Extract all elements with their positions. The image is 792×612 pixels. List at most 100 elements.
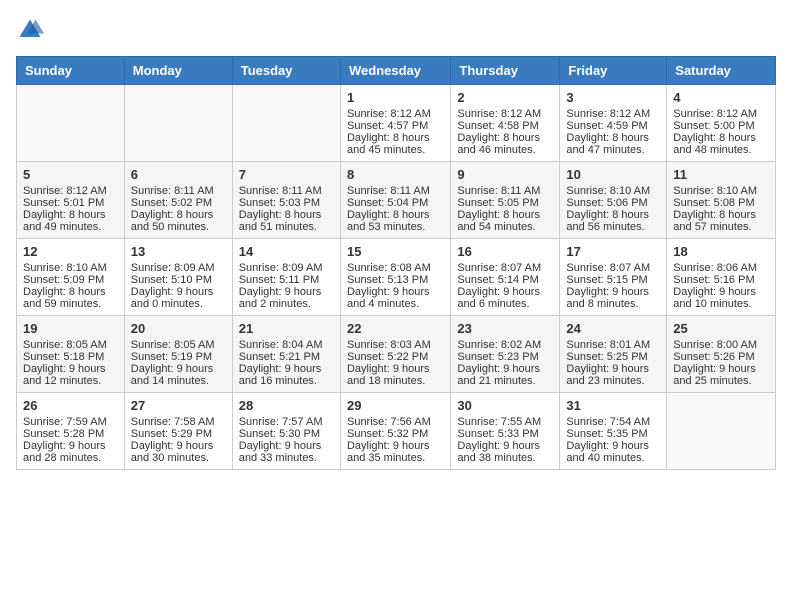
day-info-line: Sunrise: 8:10 AM [566,185,660,197]
day-info-line: Sunset: 5:03 PM [239,197,334,209]
calendar-table: SundayMondayTuesdayWednesdayThursdayFrid… [16,56,776,470]
day-info-line: Sunset: 5:25 PM [566,351,660,363]
day-header-saturday: Saturday [667,57,776,85]
day-header-thursday: Thursday [451,57,560,85]
day-info-line: Daylight: 9 hours [23,440,118,452]
calendar-week-row: 26Sunrise: 7:59 AMSunset: 5:28 PMDayligh… [17,393,776,470]
day-info-line: Daylight: 9 hours [131,363,226,375]
calendar-cell: 25Sunrise: 8:00 AMSunset: 5:26 PMDayligh… [667,316,776,393]
day-info-line: Sunset: 5:14 PM [457,274,553,286]
calendar-cell: 28Sunrise: 7:57 AMSunset: 5:30 PMDayligh… [232,393,340,470]
day-info-line: Sunrise: 8:11 AM [347,185,444,197]
day-info-line: Sunrise: 8:10 AM [23,262,118,274]
day-info-line: and 50 minutes. [131,221,226,233]
calendar-cell: 4Sunrise: 8:12 AMSunset: 5:00 PMDaylight… [667,85,776,162]
day-info-line: and 6 minutes. [457,298,553,310]
day-info-line: Daylight: 8 hours [131,209,226,221]
calendar-week-row: 1Sunrise: 8:12 AMSunset: 4:57 PMDaylight… [17,85,776,162]
day-info-line: Sunrise: 8:02 AM [457,339,553,351]
day-info-line: Sunrise: 7:57 AM [239,416,334,428]
calendar-cell: 26 Sunrise: 7:59 AMSunset: 5:28 PMDayligh… [17,393,125,470]
day-number: 17 [566,244,660,259]
day-info-line: and 12 minutes. [23,375,118,387]
calendar-cell: 13Sunrise: 8:09 AMSunset: 5:10 PMDayligh… [124,239,232,316]
day-info-line: and 57 minutes. [673,221,769,233]
day-info-line: Sunset: 5:29 PM [131,428,226,440]
day-info-line: Sunset: 5:28 PM [23,428,118,440]
day-info-line: Daylight: 9 hours [457,440,553,452]
logo-icon [16,16,44,44]
day-info-line: Daylight: 8 hours [457,209,553,221]
day-info-line: and 53 minutes. [347,221,444,233]
day-info-line: Sunset: 4:59 PM [566,120,660,132]
day-info-line: Sunrise: 8:12 AM [23,185,118,197]
day-info-line: Sunset: 5:06 PM [566,197,660,209]
calendar-cell [232,85,340,162]
day-info-line: Sunset: 5:09 PM [23,274,118,286]
day-info-line: and 16 minutes. [239,375,334,387]
calendar-cell: 2Sunrise: 8:12 AMSunset: 4:58 PMDaylight… [451,85,560,162]
day-info-line: and 59 minutes. [23,298,118,310]
day-info-line: and 14 minutes. [131,375,226,387]
calendar-cell: 15Sunrise: 8:08 AMSunset: 5:13 PMDayligh… [340,239,450,316]
day-info-line: Sunset: 5:00 PM [673,120,769,132]
day-info-line: Daylight: 9 hours [347,440,444,452]
day-info-line: Sunset: 5:23 PM [457,351,553,363]
day-number: 28 [239,398,334,413]
day-number: 5 [23,167,118,182]
day-info-line: Sunset: 5:19 PM [131,351,226,363]
day-info-line: Daylight: 9 hours [566,286,660,298]
day-info-line: Daylight: 8 hours [347,132,444,144]
calendar-cell: 20Sunrise: 8:05 AMSunset: 5:19 PMDayligh… [124,316,232,393]
day-info-line: Daylight: 8 hours [673,209,769,221]
calendar-cell: 21Sunrise: 8:04 AMSunset: 5:21 PMDayligh… [232,316,340,393]
day-number: 9 [457,167,553,182]
day-info-line: Sunrise: 8:06 AM [673,262,769,274]
day-info-line: and 33 minutes. [239,452,334,464]
day-number: 13 [131,244,226,259]
day-info-line: and 38 minutes. [457,452,553,464]
day-info-line: and 49 minutes. [23,221,118,233]
day-number: 8 [347,167,444,182]
day-info-line: Daylight: 9 hours [239,286,334,298]
day-info-line: Sunset: 5:18 PM [23,351,118,363]
day-number: 12 [23,244,118,259]
day-number: 18 [673,244,769,259]
calendar-cell: 30Sunrise: 7:55 AMSunset: 5:33 PMDayligh… [451,393,560,470]
calendar-cell: 1Sunrise: 8:12 AMSunset: 4:57 PMDaylight… [340,85,450,162]
day-info-line: Sunset: 5:22 PM [347,351,444,363]
calendar-cell: 27Sunrise: 7:58 AMSunset: 5:29 PMDayligh… [124,393,232,470]
calendar-cell [17,85,125,162]
day-info-line: Daylight: 9 hours [566,440,660,452]
day-info-line: Daylight: 9 hours [673,363,769,375]
day-info-line: Daylight: 8 hours [566,132,660,144]
day-info-line: and 47 minutes. [566,144,660,156]
day-number: 26 [23,398,118,413]
day-info-line: Sunrise: 7:59 AM [23,416,118,428]
calendar-cell: 16Sunrise: 8:07 AMSunset: 5:14 PMDayligh… [451,239,560,316]
calendar-cell: 5Sunrise: 8:12 AMSunset: 5:01 PMDaylight… [17,162,125,239]
day-info-line: Sunrise: 8:12 AM [457,108,553,120]
day-number: 6 [131,167,226,182]
day-info-line: Sunset: 5:21 PM [239,351,334,363]
day-info-line: Sunrise: 8:11 AM [457,185,553,197]
day-number: 7 [239,167,334,182]
day-number: 23 [457,321,553,336]
day-info-line: Sunrise: 8:03 AM [347,339,444,351]
day-number: 25 [673,321,769,336]
day-info-line: Sunrise: 7:55 AM [457,416,553,428]
day-info-line: Sunset: 5:01 PM [23,197,118,209]
day-info-line: Sunset: 5:33 PM [457,428,553,440]
day-number: 22 [347,321,444,336]
day-info-line: and 10 minutes. [673,298,769,310]
day-info-line: Sunset: 5:26 PM [673,351,769,363]
day-info-line: Daylight: 9 hours [23,363,118,375]
day-info-line: Sunrise: 8:09 AM [131,262,226,274]
calendar-cell: 9Sunrise: 8:11 AMSunset: 5:05 PMDaylight… [451,162,560,239]
day-info-line: Daylight: 9 hours [347,286,444,298]
day-info-line: Sunrise: 7:58 AM [131,416,226,428]
logo [16,16,48,44]
day-info-line: Sunrise: 8:05 AM [23,339,118,351]
day-info-line: and 51 minutes. [239,221,334,233]
calendar-cell [667,393,776,470]
